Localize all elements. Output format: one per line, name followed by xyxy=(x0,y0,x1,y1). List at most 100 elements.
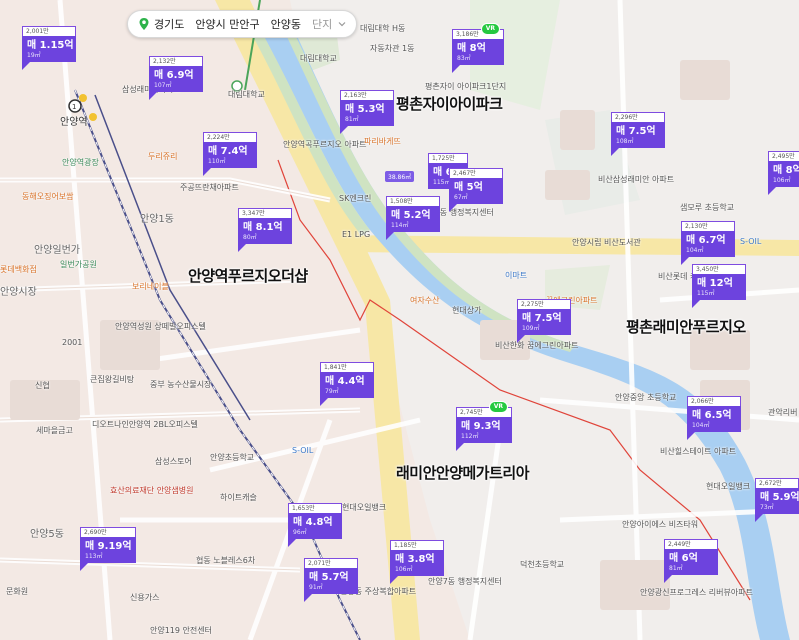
breadcrumb-city[interactable]: 안양시 만안구 xyxy=(195,16,259,32)
price-marker[interactable]: 1,653만 매 4.8억 96㎡ xyxy=(288,503,342,547)
place-anyang-elem: 안양초등학교 xyxy=(210,453,255,462)
area: 109㎡ xyxy=(522,325,540,332)
place-hyeopdong: 협동 노블레스6차 xyxy=(196,556,256,565)
unit-price: 2,071만 xyxy=(304,558,358,568)
unit-price: 2,001만 xyxy=(22,26,76,36)
area: 19㎡ xyxy=(27,52,41,59)
place-bisan-plaza: 안양광신프로그레스 리버뷰아파트 xyxy=(640,588,753,597)
place-pyeongchon-jai: 평촌자이 아이파크1단지 xyxy=(425,82,507,91)
area: 112㎡ xyxy=(461,433,479,440)
breadcrumb-dong[interactable]: 안양동 xyxy=(271,16,301,32)
price-marker[interactable]: 2,449만 매 6억 81㎡ xyxy=(664,539,718,583)
price-marker[interactable]: 2,275만 매 7.5억 109㎡ xyxy=(517,299,571,343)
complex-pyeongchon-jai[interactable]: 평촌자이아이파크 xyxy=(396,93,503,114)
area: 107㎡ xyxy=(154,82,172,89)
marker-tail xyxy=(22,62,30,70)
area: 108㎡ xyxy=(616,138,634,145)
place-emart: 이마트 xyxy=(505,271,528,280)
price-marker[interactable]: 3,347만 매 8.1억 80㎡ xyxy=(238,208,292,252)
breadcrumb-type[interactable]: 단지 xyxy=(312,16,332,32)
price-marker[interactable]: 2,066만 매 6.5억 104㎡ xyxy=(687,396,741,440)
area: 110㎡ xyxy=(208,158,226,165)
area: 104㎡ xyxy=(692,422,710,429)
price-marker[interactable]: 1,508만 매 5.2억 114㎡ xyxy=(386,196,440,240)
chevron-down-icon[interactable] xyxy=(337,19,347,29)
marker-tail xyxy=(340,126,348,134)
region-breadcrumb[interactable]: 경기도 안양시 만안구 안양동 단지 xyxy=(127,10,357,38)
price-marker[interactable]: 2,130만 매 6.7억 104㎡ xyxy=(681,221,735,265)
place-shinhan: 신용가스 xyxy=(130,593,160,602)
complex-pyeongchon-raemian[interactable]: 평촌래미안푸르지오 xyxy=(626,316,746,337)
place-ib-tower: 안양아이에스 비즈타워 xyxy=(622,520,699,529)
price-marker[interactable]: 2,467만 매 5억 67㎡ xyxy=(449,168,503,212)
price-marker[interactable]: 2,672만 매 5.9억 73㎡ xyxy=(755,478,799,522)
unit-price: 1,185만 xyxy=(390,540,444,550)
price-marker[interactable]: 2,745만 VR 매 9.3억 112㎡ xyxy=(456,401,512,451)
unit-price: 2,275만 xyxy=(517,299,571,309)
marker-tail xyxy=(449,204,457,212)
area: 106㎡ xyxy=(773,177,791,184)
marker-tail xyxy=(288,539,296,547)
sale-price: 매 7.5억 xyxy=(522,313,562,324)
sale-price: 매 1.15억 xyxy=(27,40,74,51)
sale-price: 매 9.19억 xyxy=(85,541,132,552)
price-marker[interactable]: 2,132만 매 6.9억 107㎡ xyxy=(149,56,203,100)
place-hyundai-oil: 현대오일뱅크 xyxy=(706,482,751,491)
place-market: 안양시장 xyxy=(0,287,37,298)
place-geunhwa: 큰집왕길비탕 xyxy=(90,375,135,384)
price-marker[interactable]: 2,495만 매 8억 106㎡ xyxy=(768,151,799,195)
sale-price: 매 4.4억 xyxy=(325,376,365,387)
breadcrumb-province[interactable]: 경기도 xyxy=(154,16,184,32)
place-hitech: 하이트캐슬 xyxy=(220,493,257,502)
marker-tail xyxy=(386,232,394,240)
place-sejong: 세마을금고 xyxy=(36,426,73,435)
sale-price: 매 9.3억 xyxy=(461,421,501,432)
area: 81㎡ xyxy=(669,565,683,572)
place-dukcheon: 덕천초등학교 xyxy=(520,560,565,569)
unit-price: 3,347만 xyxy=(238,208,292,218)
place-jaksan: 안양역곡푸르지오 아파트 xyxy=(283,140,367,149)
place-anyang-univ: 대림대학교 xyxy=(300,54,337,63)
complex-raemian-megatria[interactable]: 래미안안양메가트리아 xyxy=(396,462,530,483)
place-hyundai-oil-2: 현대오일뱅크 xyxy=(342,503,387,512)
place-yeoja: 여자수산 xyxy=(410,296,440,305)
price-marker[interactable]: 3,186만 VR 매 8억 83㎡ xyxy=(452,23,504,73)
unit-price: 2,467만 xyxy=(449,168,503,178)
price-marker[interactable]: 1,841만 매 4.4억 79㎡ xyxy=(320,362,374,406)
unit-price: 1,653만 xyxy=(288,503,342,513)
place-lotte: 롯데백화점 xyxy=(0,265,37,274)
sale-price: 매 5.2억 xyxy=(391,210,431,221)
sale-price: 매 6.9억 xyxy=(154,70,194,81)
price-marker[interactable]: 3,450만 매 12억 115㎡ xyxy=(692,264,746,308)
sale-price: 매 5.7억 xyxy=(309,572,349,583)
marker-tail xyxy=(456,443,464,451)
unit-price: 3,450만 xyxy=(692,264,746,274)
place-ilbeon: 안양일번가 xyxy=(34,245,80,256)
marker-tail xyxy=(517,335,525,343)
price-marker[interactable]: 2,071만 매 5.7억 91㎡ xyxy=(304,558,358,602)
sale-price: 매 8억 xyxy=(457,43,486,54)
sale-price: 매 12억 xyxy=(697,278,733,289)
price-marker[interactable]: 2,224만 매 7.4억 110㎡ xyxy=(203,132,257,176)
place-sports: 자동차관 1동 xyxy=(370,44,415,53)
place-dong5: 안양5동 xyxy=(30,529,64,540)
unit-price: 1,508만 xyxy=(386,196,440,206)
price-marker[interactable]: 2,163만 매 5.3억 81㎡ xyxy=(340,90,394,134)
price-marker[interactable]: 1,185만 매 3.8억 106㎡ xyxy=(390,540,444,584)
place-donghae: 동해오징어보쌈 xyxy=(22,192,74,201)
unit-price: 2,495만 xyxy=(768,151,799,161)
sale-price: 매 7.4억 xyxy=(208,146,248,157)
complex-anyang-prugio[interactable]: 안양역푸르지오더샵 xyxy=(188,265,308,286)
marker-tail xyxy=(664,575,672,583)
place-gwanak: 관악리버 아파트 xyxy=(768,408,799,417)
price-marker[interactable]: 2,001만 매 1.15억 19㎡ xyxy=(22,26,76,70)
price-marker[interactable]: 2,690만 매 9.19억 113㎡ xyxy=(80,527,136,571)
marker-tail xyxy=(304,594,312,602)
price-marker[interactable]: 2,296만 매 7.5억 108㎡ xyxy=(611,112,665,156)
area-chip[interactable]: 38.86㎡ xyxy=(385,171,415,182)
place-soil-east: S-OIL xyxy=(740,237,762,246)
unit-price: 2,690만 xyxy=(80,527,136,537)
marker-tail xyxy=(80,563,88,571)
area: 67㎡ xyxy=(454,194,468,201)
marker-tail xyxy=(452,65,460,73)
